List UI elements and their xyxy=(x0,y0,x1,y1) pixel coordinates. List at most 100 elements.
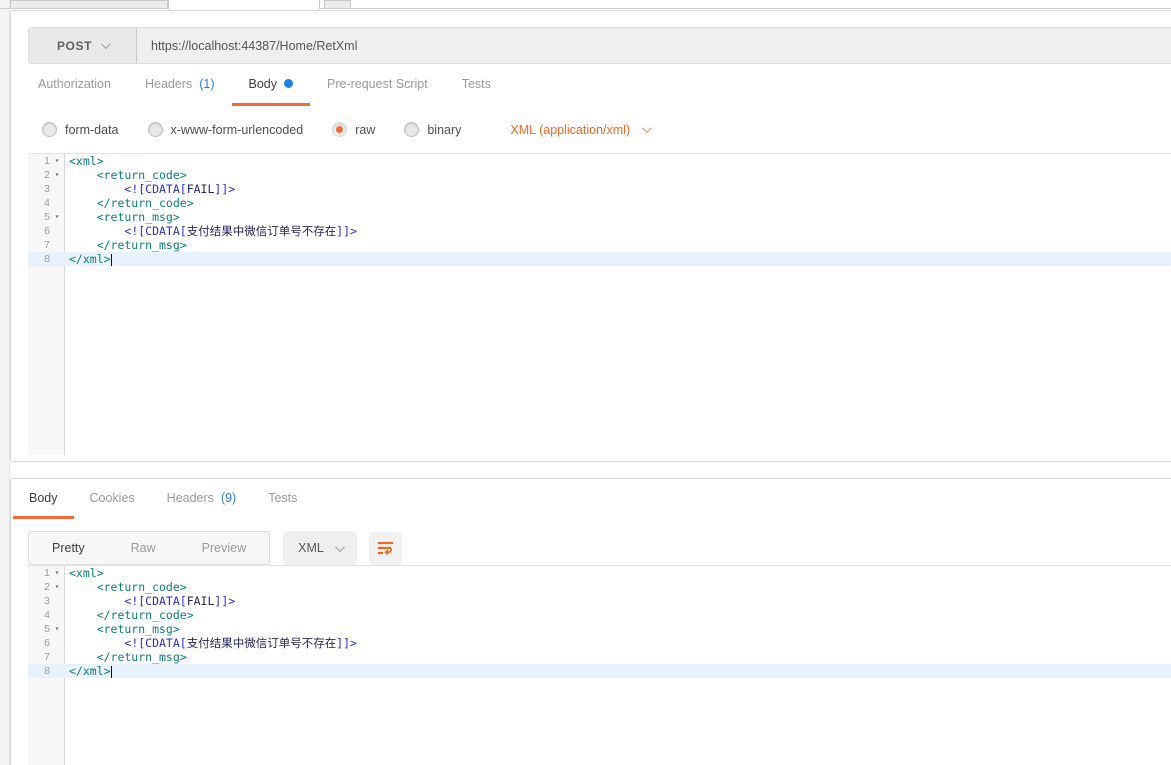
code-line[interactable]: 4 </return_code> xyxy=(28,196,1171,210)
code-text[interactable]: <![CDATA[支付结果中微信订单号不存在]]> xyxy=(65,224,1171,238)
code-segment-content: FAIL xyxy=(187,182,215,196)
code-text[interactable]: </xml> xyxy=(65,664,1171,678)
response-tabs: Body Cookies Headers (9) Tests xyxy=(11,479,1171,519)
code-text[interactable]: <![CDATA[FAIL]]> xyxy=(65,182,1171,196)
line-number: 2 xyxy=(28,168,50,182)
radio-icon[interactable] xyxy=(404,122,419,137)
fold-spacer xyxy=(50,594,64,608)
request-tab-active[interactable] xyxy=(168,0,320,9)
text-cursor xyxy=(111,254,113,266)
body-modified-dot-icon xyxy=(284,79,293,88)
method-dropdown[interactable]: POST xyxy=(29,28,137,63)
mode-raw[interactable]: raw xyxy=(332,122,375,137)
fold-spacer xyxy=(50,608,64,622)
code-line[interactable]: 6 <![CDATA[支付结果中微信订单号不存在]]> xyxy=(28,636,1171,650)
tab-response-headers[interactable]: Headers (9) xyxy=(151,479,253,519)
tab-tests[interactable]: Tests xyxy=(445,64,508,106)
preview-button[interactable]: Preview xyxy=(179,532,269,564)
new-tab-button[interactable] xyxy=(324,0,351,8)
code-segment-cdata: ]]> xyxy=(336,636,357,650)
tab-body[interactable]: Body xyxy=(232,64,311,106)
code-text[interactable]: </xml> xyxy=(65,252,1171,266)
url-input[interactable]: https://localhost:44387/Home/RetXml xyxy=(137,28,1171,63)
fold-spacer xyxy=(50,238,64,252)
code-text[interactable]: <xml> xyxy=(65,154,1171,168)
code-line[interactable]: 1▾<xml> xyxy=(28,566,1171,580)
code-text[interactable]: <return_code> xyxy=(65,580,1171,594)
code-line[interactable]: 5▾ <return_msg> xyxy=(28,622,1171,636)
code-text[interactable]: </return_msg> xyxy=(65,650,1171,664)
code-segment-tag: <return_msg> xyxy=(69,210,180,224)
fold-arrow-icon[interactable]: ▾ xyxy=(50,622,64,636)
code-segment-plain xyxy=(69,182,124,196)
tab-response-cookies[interactable]: Cookies xyxy=(74,479,151,519)
code-line[interactable]: 8</xml> xyxy=(28,664,1171,678)
line-number: 3 xyxy=(28,182,50,196)
code-text[interactable]: </return_code> xyxy=(65,196,1171,210)
fold-arrow-icon[interactable]: ▾ xyxy=(50,566,64,580)
request-body-editor[interactable]: 1▾<xml>2▾ <return_code>3 <![CDATA[FAIL]]… xyxy=(28,153,1171,455)
code-line[interactable]: 7 </return_msg> xyxy=(28,238,1171,252)
code-text[interactable]: <![CDATA[支付结果中微信订单号不存在]]> xyxy=(65,636,1171,650)
line-number: 4 xyxy=(28,608,50,622)
tab-response-body[interactable]: Body xyxy=(13,479,74,519)
mode-binary[interactable]: binary xyxy=(404,122,461,137)
fold-arrow-icon[interactable]: ▾ xyxy=(50,210,64,224)
request-tab-inactive[interactable] xyxy=(10,0,168,8)
fold-spacer xyxy=(50,252,64,266)
code-segment-cdata: ]]> xyxy=(214,594,235,608)
tab-headers[interactable]: Headers (1) xyxy=(128,64,232,106)
fold-arrow-icon[interactable]: ▾ xyxy=(50,154,64,168)
code-text[interactable]: <![CDATA[FAIL]]> xyxy=(65,594,1171,608)
code-line[interactable]: 1▾ <xml> xyxy=(28,154,1171,168)
fold-arrow-icon[interactable]: ▾ xyxy=(50,580,64,594)
tab-authorization[interactable]: Authorization xyxy=(21,64,128,106)
line-number: 1 xyxy=(28,566,50,580)
tab-pre-request-script[interactable]: Pre-request Script xyxy=(310,64,445,106)
radio-icon[interactable] xyxy=(42,122,57,137)
code-segment-tag: </return_code> xyxy=(69,608,194,622)
response-language-dropdown[interactable]: XML xyxy=(283,531,357,565)
code-line[interactable]: 4 </return_code> xyxy=(28,608,1171,622)
code-text[interactable]: </return_msg> xyxy=(65,238,1171,252)
wrap-lines-button[interactable] xyxy=(369,532,402,565)
pretty-button[interactable]: Pretty xyxy=(29,532,108,564)
fold-spacer xyxy=(50,664,64,678)
code-line[interactable]: 7 </return_msg> xyxy=(28,650,1171,664)
code-segment-cdata: <![CDATA[ xyxy=(124,636,186,650)
radio-icon[interactable] xyxy=(148,122,163,137)
mode-form-data[interactable]: form-data xyxy=(42,122,119,137)
code-text[interactable]: <return_msg> xyxy=(65,210,1171,224)
line-number: 1 xyxy=(28,154,50,168)
code-text[interactable]: <return_msg> xyxy=(65,622,1171,636)
raw-button[interactable]: Raw xyxy=(108,532,179,564)
response-body-editor[interactable]: 1▾<xml>2▾ <return_code>3 <![CDATA[FAIL]]… xyxy=(28,565,1171,765)
code-segment-tag: </return_msg> xyxy=(69,650,187,664)
code-line[interactable]: 3 <![CDATA[FAIL]]> xyxy=(28,594,1171,608)
code-line[interactable]: 5▾ <return_msg> xyxy=(28,210,1171,224)
code-line[interactable]: 3 <![CDATA[FAIL]]> xyxy=(28,182,1171,196)
code-line[interactable]: 8</xml> xyxy=(28,252,1171,266)
code-text[interactable]: <return_code> xyxy=(65,168,1171,182)
line-gutter: 7 xyxy=(28,650,65,664)
chevron-down-icon xyxy=(101,39,111,49)
fold-spacer xyxy=(50,182,64,196)
code-text[interactable]: <xml> xyxy=(65,566,1171,580)
line-gutter: 4 xyxy=(28,196,65,210)
body-mode-row: form-data x-www-form-urlencoded raw bina… xyxy=(11,106,1171,153)
radio-selected-icon[interactable] xyxy=(332,122,347,137)
line-number: 4 xyxy=(28,196,50,210)
mode-x-www-form-urlencoded[interactable]: x-www-form-urlencoded xyxy=(148,122,304,137)
line-number: 3 xyxy=(28,594,50,608)
line-gutter: 5▾ xyxy=(28,210,65,224)
code-segment-tag: <return_code> xyxy=(69,580,187,594)
fold-arrow-icon[interactable]: ▾ xyxy=(50,168,64,182)
code-text[interactable]: </return_code> xyxy=(65,608,1171,622)
code-line[interactable]: 2▾ <return_code> xyxy=(28,580,1171,594)
content-type-dropdown[interactable]: XML (application/xml) xyxy=(510,123,649,137)
line-number: 7 xyxy=(28,238,50,252)
tab-response-tests[interactable]: Tests xyxy=(252,479,313,519)
code-line[interactable]: 2▾ <return_code> xyxy=(28,168,1171,182)
code-segment-tag: <xml> xyxy=(69,154,104,168)
code-line[interactable]: 6 <![CDATA[支付结果中微信订单号不存在]]> xyxy=(28,224,1171,238)
